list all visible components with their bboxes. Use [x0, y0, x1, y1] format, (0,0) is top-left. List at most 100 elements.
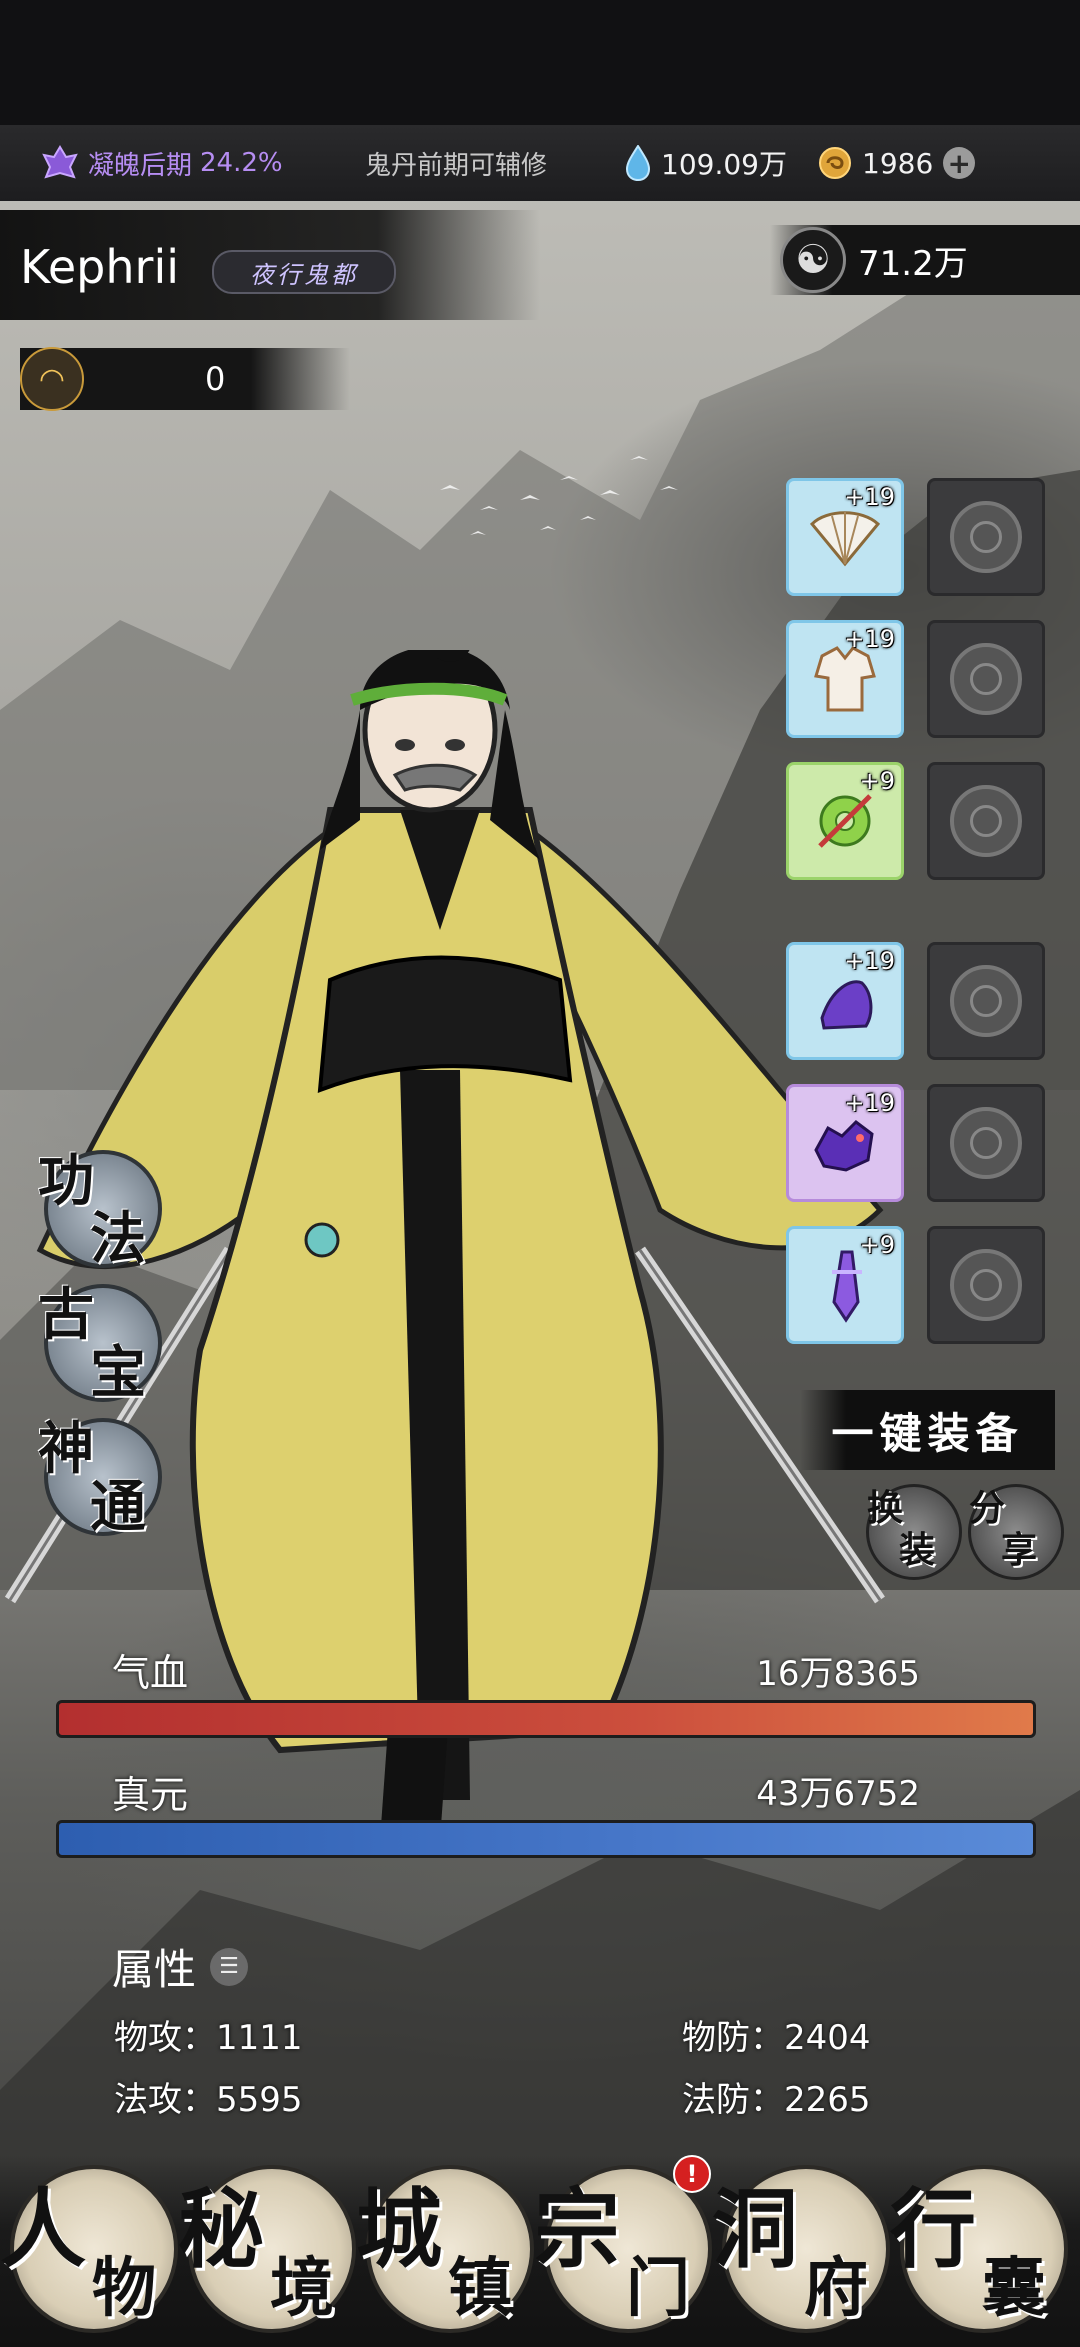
equip-slot-armor[interactable]: +19	[786, 620, 904, 738]
phys-def-label: 物防：	[682, 2018, 784, 2058]
yin-yang-icon: ☯	[780, 227, 846, 293]
nav-char-2: 囊	[982, 2251, 1046, 2326]
realm-progress: 24.2%	[200, 148, 283, 178]
equip-slot-mount[interactable]: +19	[786, 1084, 904, 1202]
nav-char-2: 物	[92, 2251, 156, 2326]
nav-char-1: 人	[0, 2179, 86, 2280]
nav-char-1: 洞	[712, 2179, 798, 2280]
attributes-header: 属性 ☰	[112, 1936, 249, 1997]
hp-bar	[56, 1700, 1036, 1738]
spirit-stone-currency: 109.09万	[625, 143, 787, 183]
equip-slot-empty[interactable]	[927, 1084, 1045, 1202]
empty-slot-icon	[950, 643, 1022, 715]
mag-def-value: 2265	[784, 2080, 871, 2120]
equip-slot-empty[interactable]	[927, 620, 1045, 738]
equip-slot-accessory[interactable]: +9	[786, 762, 904, 880]
equip-slot-empty[interactable]	[927, 762, 1045, 880]
phys-atk-value: 1111	[216, 2018, 303, 2058]
hp-value: 16万8365	[756, 1654, 920, 1694]
change-outfit-char-2: 装	[899, 1529, 936, 1571]
gold-amount: 1986	[862, 146, 934, 180]
nav-char-1: 城	[356, 2179, 442, 2280]
gubao-char-2: 宝	[90, 1340, 146, 1406]
gold-coin-icon	[819, 147, 851, 179]
phys-def: 物防：2404	[682, 2010, 871, 2059]
combat-power-value: 71.2万	[858, 243, 968, 284]
top-decoration	[0, 0, 1080, 125]
mag-atk: 法攻：5595	[114, 2072, 303, 2121]
change-outfit-button[interactable]: 换 装	[866, 1484, 962, 1580]
equip-level: +9	[859, 1231, 895, 1259]
share-button[interactable]: 分 享	[968, 1484, 1064, 1580]
nav-secret-realm[interactable]: 秘 境	[178, 2165, 356, 2333]
nav-character[interactable]: 人 物	[0, 2165, 178, 2333]
phys-atk-label: 物攻：	[114, 2018, 216, 2058]
shentong-button[interactable]: 神 通	[38, 1416, 162, 1540]
gongfa-button[interactable]: 功 法	[38, 1148, 162, 1272]
mp-bar	[56, 1820, 1036, 1858]
equip-level: +9	[859, 767, 895, 795]
equip-slot-empty[interactable]	[927, 1226, 1045, 1344]
mp-label: 真元	[112, 1773, 189, 1817]
player-name: Kephrii	[20, 240, 180, 294]
spirit-stone-icon	[625, 145, 651, 181]
gold-currency: 1986 +	[818, 146, 976, 180]
phys-def-value: 2404	[784, 2018, 871, 2058]
nav-char-2: 门	[626, 2251, 690, 2326]
sect-badge[interactable]: 夜行鬼都	[212, 250, 396, 294]
empty-slot-icon	[950, 1249, 1022, 1321]
hp-label: 气血	[112, 1651, 189, 1695]
mag-atk-value: 5595	[216, 2080, 303, 2120]
equip-slot-empty[interactable]	[927, 942, 1045, 1060]
empty-slot-icon	[950, 965, 1022, 1037]
gubao-button[interactable]: 古 宝	[38, 1282, 162, 1406]
nav-char-1: 行	[890, 2179, 976, 2280]
empty-slot-icon	[950, 1107, 1022, 1179]
combat-power: ☯ 71.2万	[770, 225, 1080, 295]
mag-def: 法防：2265	[682, 2072, 871, 2121]
equip-level: +19	[844, 625, 895, 653]
equip-slot-empty[interactable]	[927, 478, 1045, 596]
realm-name: 凝魄后期	[88, 150, 193, 181]
realm-info[interactable]: 凝魄后期 24.2%	[40, 143, 283, 183]
equip-all-button[interactable]: 一键装备	[800, 1390, 1055, 1470]
nav-char-2: 府	[804, 2251, 868, 2326]
equip-slot-boots[interactable]: +19	[786, 942, 904, 1060]
gongfa-char-1: 功	[38, 1148, 94, 1214]
equip-level: +19	[844, 947, 895, 975]
token-count: 0	[205, 360, 226, 398]
realm-icon	[42, 145, 78, 179]
nav-char-2: 镇	[448, 2251, 512, 2326]
sect-alert-badge: !	[673, 2155, 711, 2193]
mag-atk-label: 法攻：	[114, 2080, 216, 2120]
empty-slot-icon	[950, 785, 1022, 857]
token-counter[interactable]: ◠ 0	[20, 347, 350, 411]
realm-hint: 鬼丹前期可辅修	[365, 150, 548, 181]
change-outfit-char-1: 换	[867, 1487, 904, 1529]
equip-slot-weapon[interactable]: +19	[786, 478, 904, 596]
share-char-1: 分	[969, 1487, 1006, 1529]
mp-value: 43万6752	[756, 1774, 920, 1814]
share-char-2: 享	[1001, 1529, 1038, 1571]
shentong-char-2: 通	[90, 1474, 146, 1540]
nav-char-1: 秘	[178, 2179, 264, 2280]
nav-bag[interactable]: 行 囊	[890, 2165, 1068, 2333]
empty-slot-icon	[950, 501, 1022, 573]
equip-slot-treasure[interactable]: +9	[786, 1226, 904, 1344]
gongfa-char-2: 法	[90, 1206, 146, 1272]
attributes-list-icon[interactable]: ☰	[210, 1947, 249, 1986]
phys-atk: 物攻：1111	[114, 2010, 303, 2059]
equip-level: +19	[844, 1089, 895, 1117]
spirit-stone-amount: 109.09万	[661, 148, 787, 181]
nav-char-2: 境	[270, 2251, 334, 2326]
mag-def-label: 法防：	[682, 2080, 784, 2120]
shentong-char-1: 神	[38, 1416, 94, 1482]
nav-char-1: 宗	[534, 2179, 620, 2280]
nav-cave-abode[interactable]: 洞 府	[712, 2165, 890, 2333]
nav-town[interactable]: 城 镇	[356, 2165, 534, 2333]
equip-level: +19	[844, 483, 895, 511]
token-icon: ◠	[20, 347, 84, 411]
attributes-title: 属性	[112, 1945, 197, 1994]
gubao-char-1: 古	[38, 1282, 94, 1348]
add-gold-button[interactable]: +	[943, 147, 976, 180]
